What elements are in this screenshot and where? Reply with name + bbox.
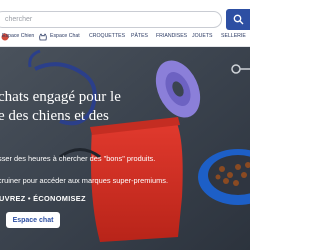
hero-headline-line-2: e des chiens et des — [0, 108, 109, 124]
hero-headline-line-1: chats engagé pour le — [0, 89, 121, 105]
search-placeholder: chercher — [5, 16, 33, 23]
nav-item-sellerie[interactable]: SELLERIE — [221, 33, 246, 39]
nav-item-espace-chat[interactable]: Espace Chat — [50, 33, 80, 39]
nav-item-friandises[interactable]: FRIANDISES — [156, 33, 187, 39]
nav-item-pates[interactable]: PÂTES — [131, 33, 148, 39]
main-nav: Espace Chien Espace Chat CROQUETTES PÂTE… — [0, 31, 250, 46]
nav-item-jouets[interactable]: JOUETS — [192, 33, 212, 39]
hero-cta-text: UVREZ • ÉCONOMISEZ — [0, 194, 86, 203]
search-button[interactable] — [226, 9, 250, 30]
espace-chat-button-label: Espace chat — [12, 216, 54, 224]
hero-subtext-line-1: sser des heures à chercher des "bons" pr… — [0, 154, 156, 163]
search-input[interactable]: chercher — [0, 11, 222, 28]
nav-item-espace-chien[interactable]: Espace Chien — [2, 33, 34, 39]
cat-icon — [39, 33, 47, 41]
hero-subtext-line-2: cruiner pour accéder aux marques super-p… — [0, 176, 169, 185]
nav-item-croquettes[interactable]: CROQUETTES — [89, 33, 125, 39]
search-icon — [233, 14, 243, 25]
espace-chat-button[interactable]: Espace chat — [6, 212, 60, 228]
